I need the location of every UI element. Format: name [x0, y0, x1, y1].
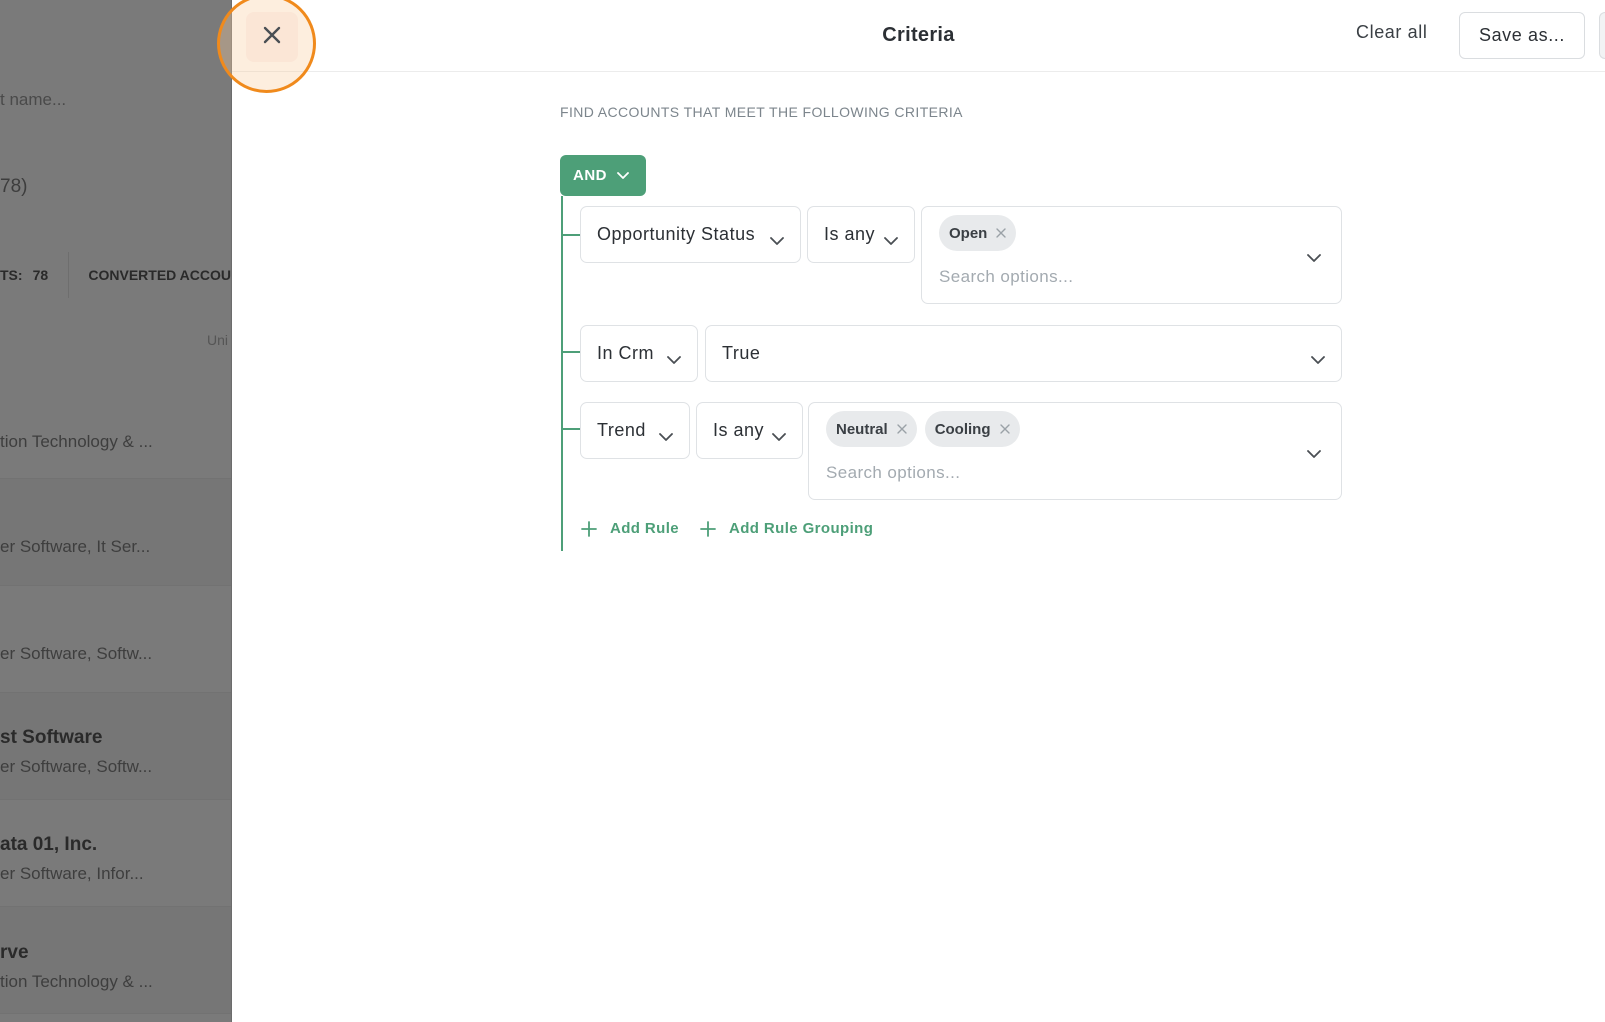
rule-operator-select[interactable]: Is any: [696, 402, 803, 459]
value-chip: Open: [939, 215, 1017, 251]
value-chip-label: Cooling: [934, 420, 991, 438]
plus-icon: [581, 520, 597, 537]
background-list-item-sub: tion Technology & ...: [0, 432, 153, 451]
rule-field-select[interactable]: Trend: [580, 402, 690, 459]
chevron-down-icon: [770, 230, 784, 251]
save-as-button[interactable]: Save as...: [1459, 12, 1585, 59]
plus-icon: [700, 520, 716, 537]
rule-values-multiselect[interactable]: Open Search options...: [921, 206, 1342, 304]
background-tabs: TS: 78 CONVERTED ACCOU: [0, 252, 231, 298]
criteria-heading: FIND ACCOUNTS THAT MEET THE FOLLOWING CR…: [560, 104, 963, 120]
background-list-item-sub: tion Technology & ...: [0, 972, 153, 991]
chip-list: Neutral Cooling: [826, 411, 1020, 447]
background-tab-count-label: TS:: [0, 267, 23, 283]
add-rule-grouping-label: Add Rule Grouping: [729, 520, 874, 537]
rule-branch-connector: [561, 428, 581, 430]
x-icon[interactable]: [999, 424, 1010, 434]
criteria-panel: Criteria Clear all Save as... FIND ACCOU…: [217, 0, 1605, 1022]
rule-field-value: In Crm: [597, 343, 654, 363]
background-list-item-sub: er Software, It Ser...: [0, 537, 151, 556]
chevron-down-icon: [1307, 250, 1321, 268]
background-list-item-name: rve: [0, 942, 29, 963]
background-list-item: er Software, It Ser...: [0, 479, 231, 586]
background-list-item: st Software er Software, Softw...: [0, 693, 231, 800]
background-list-item-sub: er Software, Infor...: [0, 864, 144, 883]
chevron-down-icon: [1307, 446, 1321, 464]
add-rule-label: Add Rule: [610, 520, 680, 537]
rule-operator-value: Is any: [824, 224, 876, 244]
value-chip: Neutral: [826, 411, 917, 447]
rule-value: True: [722, 343, 761, 363]
rule-value-select[interactable]: True: [705, 325, 1342, 382]
background-list-item: er Software, Softw...: [0, 586, 231, 693]
clear-all-button[interactable]: Clear all: [1356, 22, 1427, 43]
rule-tree-line: [561, 196, 563, 551]
chevron-down-icon: [667, 349, 681, 370]
rule-field-select[interactable]: In Crm: [580, 325, 698, 382]
chevron-down-icon: [659, 426, 673, 447]
search-options-input[interactable]: Search options...: [826, 463, 960, 483]
rule-branch-connector: [561, 351, 581, 353]
rule-values-multiselect[interactable]: Neutral Cooling Search options...: [808, 402, 1342, 500]
chevron-down-icon: [617, 167, 629, 184]
value-chip-label: Open: [949, 224, 988, 242]
background-list-item-sub: er Software, Softw...: [0, 644, 153, 663]
add-rule-button[interactable]: Add Rule: [581, 520, 679, 537]
group-operator-label: AND: [573, 167, 607, 184]
overflow-button[interactable]: [1599, 12, 1605, 59]
rule-operator-select[interactable]: Is any: [807, 206, 915, 263]
background-list-item-name: st Software: [0, 727, 103, 748]
rule-operator-value: Is any: [713, 420, 765, 440]
close-button[interactable]: [246, 12, 298, 62]
chip-list: Open: [939, 215, 1017, 251]
rule-branch-connector: [561, 234, 581, 236]
close-icon: [263, 26, 281, 49]
background-list-item: rve tion Technology & ...: [0, 907, 231, 1014]
chevron-down-icon: [772, 426, 786, 447]
chevron-down-icon: [1311, 349, 1325, 370]
criteria-header: Criteria Clear all Save as...: [217, 0, 1605, 93]
group-operator-dropdown[interactable]: AND: [560, 155, 646, 196]
rule-field-value: Opportunity Status: [597, 224, 756, 244]
x-icon[interactable]: [896, 424, 907, 434]
value-chip-label: Neutral: [836, 420, 888, 438]
background-column-header: Uni: [207, 332, 229, 348]
value-chip: Cooling: [924, 411, 1020, 447]
background-list-item-sub: er Software, Softw...: [0, 757, 153, 776]
background-result-count: 78): [0, 176, 28, 197]
background-tab-count-value: 78: [32, 267, 49, 283]
chevron-down-icon: [884, 230, 898, 251]
search-options-input[interactable]: Search options...: [939, 267, 1073, 287]
add-rule-grouping-button[interactable]: Add Rule Grouping: [700, 520, 873, 537]
rule-field-value: Trend: [597, 420, 646, 440]
background-search-input: t name...: [0, 90, 67, 109]
rule-field-select[interactable]: Opportunity Status: [580, 206, 801, 263]
background-list-item: ata 01, Inc. er Software, Infor...: [0, 800, 231, 907]
x-icon[interactable]: [996, 228, 1007, 238]
background-list-item-name: ata 01, Inc.: [0, 834, 98, 855]
background-tab-converted: CONVERTED ACCOU: [88, 267, 231, 283]
background-list-overlay: t name... 78) TS: 78 CONVERTED ACCOU Uni…: [0, 0, 231, 1022]
background-list-item: tion Technology & ...: [0, 372, 231, 479]
